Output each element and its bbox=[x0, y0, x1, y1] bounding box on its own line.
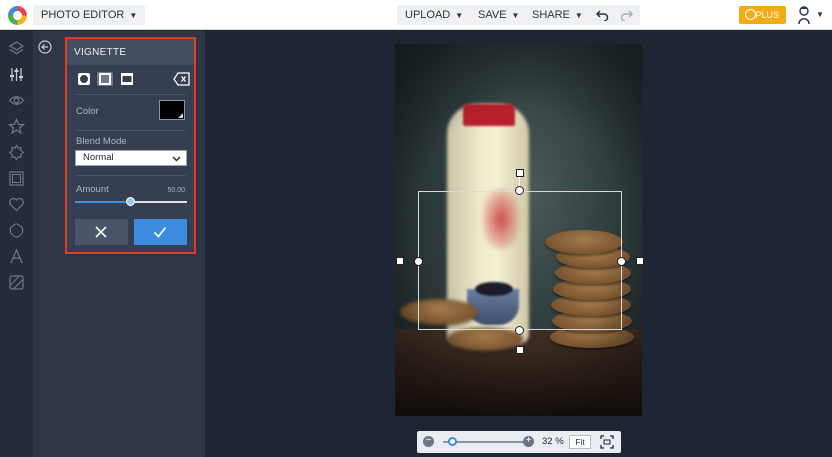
texture-icon[interactable] bbox=[8, 274, 25, 291]
caret-down-icon: ▼ bbox=[129, 11, 138, 20]
check-icon bbox=[153, 227, 167, 238]
upload-button[interactable]: UPLOAD ▼ bbox=[397, 5, 472, 25]
photo-editor-label: PHOTO EDITOR bbox=[41, 9, 125, 21]
blend-mode-label: Blend Mode bbox=[76, 136, 127, 147]
rectangle-shape-button[interactable] bbox=[97, 72, 113, 86]
undo-redo-group bbox=[589, 5, 640, 25]
share-label: SHARE bbox=[532, 9, 570, 21]
app-logo bbox=[8, 6, 27, 25]
frame-icon[interactable] bbox=[8, 170, 25, 187]
vignette-title: VIGNETTE bbox=[67, 39, 194, 65]
apply-button[interactable] bbox=[134, 219, 187, 245]
resize-handle-right[interactable] bbox=[617, 257, 626, 266]
save-label: SAVE bbox=[478, 9, 507, 21]
undo-icon[interactable] bbox=[596, 9, 609, 21]
feather-handle-bottom[interactable] bbox=[516, 346, 524, 354]
wide-shape-button[interactable] bbox=[119, 72, 135, 86]
share-button[interactable]: SHARE ▼ bbox=[524, 5, 591, 25]
eye-icon[interactable] bbox=[8, 92, 25, 109]
amount-slider[interactable] bbox=[75, 197, 187, 206]
text-icon[interactable] bbox=[8, 248, 25, 265]
feather-handle-right[interactable] bbox=[636, 257, 644, 265]
resize-handle-left[interactable] bbox=[414, 257, 423, 266]
feather-handle-left[interactable] bbox=[396, 257, 404, 265]
zoom-bar: − + 32 % Fit bbox=[417, 431, 621, 453]
top-bar: PHOTO EDITOR ▼ UPLOAD ▼ SAVE ▼ SHARE ▼ PLUS … bbox=[0, 0, 832, 30]
divider bbox=[76, 130, 186, 131]
rotate-handle[interactable] bbox=[516, 169, 524, 177]
back-arrow-icon[interactable] bbox=[38, 40, 52, 54]
zoom-percent: 32 % bbox=[542, 436, 564, 447]
clear-icon[interactable] bbox=[173, 72, 191, 86]
circle-shape-button[interactable] bbox=[76, 72, 92, 86]
sun-icon[interactable] bbox=[8, 144, 25, 161]
cancel-button[interactable] bbox=[75, 219, 128, 245]
vignette-panel: VIGNETTE Color Blend Mode Normal Amount … bbox=[65, 37, 196, 254]
resize-handle-top[interactable] bbox=[515, 186, 524, 195]
resize-handle-bottom[interactable] bbox=[515, 326, 524, 335]
adjustments-icon[interactable] bbox=[8, 66, 25, 83]
avatar[interactable] bbox=[796, 6, 812, 25]
plus-label: PLUS bbox=[755, 10, 779, 20]
vignette-selection[interactable] bbox=[418, 191, 622, 330]
chevron-down-icon bbox=[172, 156, 181, 162]
zoom-out-button[interactable]: − bbox=[423, 436, 434, 447]
star-icon[interactable] bbox=[7, 117, 26, 135]
amount-value: 50.00 bbox=[167, 187, 185, 194]
divider bbox=[76, 175, 186, 176]
crown-icon bbox=[745, 9, 756, 20]
photo-editor-menu[interactable]: PHOTO EDITOR ▼ bbox=[33, 5, 146, 25]
zoom-in-button[interactable]: + bbox=[523, 436, 534, 447]
upload-label: UPLOAD bbox=[405, 9, 451, 21]
blend-mode-value: Normal bbox=[83, 152, 114, 163]
blend-mode-select[interactable]: Normal bbox=[75, 150, 187, 166]
color-swatch[interactable] bbox=[159, 100, 185, 120]
layers-icon[interactable] bbox=[8, 40, 25, 57]
badge-icon[interactable] bbox=[8, 222, 25, 239]
amount-slider-handle[interactable] bbox=[126, 197, 135, 206]
tool-rail bbox=[0, 31, 33, 457]
fullscreen-icon[interactable] bbox=[600, 435, 614, 449]
color-label: Color bbox=[76, 106, 99, 117]
caret-down-icon: ▼ bbox=[455, 11, 464, 20]
caret-down-icon: ▼ bbox=[574, 11, 583, 20]
amount-slider-fill bbox=[75, 201, 131, 203]
redo-icon[interactable] bbox=[620, 9, 633, 21]
heart-icon[interactable] bbox=[8, 196, 25, 213]
divider bbox=[76, 94, 186, 95]
close-icon bbox=[95, 226, 107, 238]
caret-down-icon: ▼ bbox=[511, 11, 520, 20]
zoom-slider-handle[interactable] bbox=[448, 437, 457, 446]
plus-button[interactable]: PLUS bbox=[739, 6, 786, 24]
amount-label: Amount bbox=[76, 184, 109, 195]
fit-button[interactable]: Fit bbox=[569, 435, 591, 449]
save-button[interactable]: SAVE ▼ bbox=[470, 5, 528, 25]
caret-down-icon[interactable]: ▼ bbox=[816, 10, 824, 19]
